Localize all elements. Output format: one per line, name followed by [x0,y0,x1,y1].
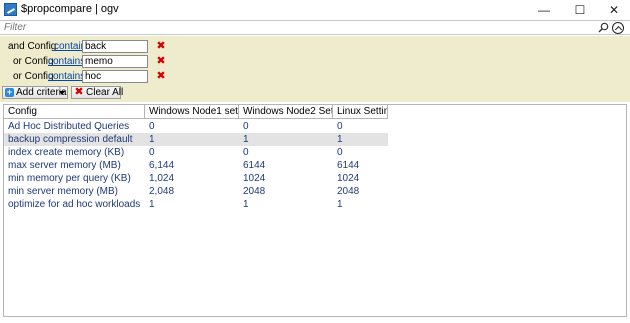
table-row[interactable]: index create memory (KB) 0 0 0 [4,146,388,159]
filter-input[interactable] [4,21,594,34]
window-title: $propcompare | ogv [21,3,119,15]
linux-cell: 1 [337,134,343,145]
config-cell: min server memory (MB) [8,186,119,197]
table-row[interactable]: Ad Hoc Distributed Queries 0 0 0 [4,120,388,133]
add-criteria-button[interactable]: + Add criteria [2,86,68,99]
table-row[interactable]: backup compression default 1 1 1 [4,133,388,146]
column-header-linux[interactable]: Linux Setting [333,105,388,119]
minimize-button[interactable]: — [527,0,561,20]
criteria-conjunction: and Config [8,41,57,52]
filter-bar [0,20,630,35]
table-row[interactable]: optimize for ad hoc workloads 1 1 1 [4,198,388,211]
node1-cell: 0 [149,121,155,132]
collapse-criteria-icon[interactable] [612,22,624,34]
node2-cell: 6144 [243,160,266,171]
linux-cell: 0 [337,147,343,158]
criteria-panel: and Config contains back ✖ or Config con… [0,36,630,102]
linux-cell: 1024 [337,173,360,184]
node2-cell: 0 [243,121,249,132]
chevron-down-icon [59,91,65,95]
close-button[interactable]: ✕ [597,0,630,20]
criteria-row: or Config contains memo ✖ [0,55,200,69]
remove-criteria-icon[interactable]: ✖ [156,70,166,83]
node1-cell: 1 [149,134,155,145]
node1-cell: 1 [149,199,155,210]
node2-cell: 1 [243,199,249,210]
node2-cell: 1024 [243,173,266,184]
linux-cell: 6144 [337,160,360,171]
config-cell: max server memory (MB) [8,160,121,171]
maximize-button[interactable]: ☐ [563,0,597,20]
table-row[interactable]: min memory per query (KB) 1,024 1024 102… [4,172,388,185]
node1-cell: 2,048 [149,186,175,197]
linux-cell: 0 [337,121,343,132]
column-header-config[interactable]: Config [4,105,145,119]
node2-cell: 2048 [243,186,266,197]
criteria-value-input[interactable]: back [82,40,148,53]
config-cell: optimize for ad hoc workloads [8,199,141,210]
clear-icon: ✖ [74,86,84,98]
results-grid[interactable]: Config Windows Node1 setting Windows Nod… [3,104,627,317]
criteria-value-input[interactable]: hoc [82,70,148,83]
plus-icon: + [5,87,14,97]
node1-cell: 6,144 [149,160,175,171]
config-cell: min memory per query (KB) [8,173,131,184]
title-bar: $propcompare | ogv — ☐ ✕ [0,0,630,20]
node1-cell: 0 [149,147,155,158]
column-header-node1[interactable]: Windows Node1 setting [145,105,239,119]
config-cell: index create memory (KB) [8,147,125,158]
config-cell: backup compression default [8,134,133,145]
table-row[interactable]: max server memory (MB) 6,144 6144 6144 [4,159,388,172]
linux-cell: 2048 [337,186,360,197]
node2-cell: 0 [243,147,249,158]
node1-cell: 1,024 [149,173,175,184]
criteria-operator-link[interactable]: contains [48,71,85,83]
clear-all-button[interactable]: ✖ Clear All [71,86,124,99]
remove-criteria-icon[interactable]: ✖ [156,55,166,68]
app-icon [4,3,17,16]
linux-cell: 1 [337,199,343,210]
criteria-row: and Config contains back ✖ [0,40,200,54]
remove-criteria-icon[interactable]: ✖ [156,40,166,53]
criteria-row: or Config contains hoc ✖ [0,70,200,84]
search-icon[interactable] [598,22,609,33]
criteria-value-input[interactable]: memo [82,55,148,68]
node2-cell: 1 [243,134,249,145]
clear-all-label: Clear All [86,87,124,98]
criteria-operator-link[interactable]: contains [48,56,85,68]
column-header-node2[interactable]: Windows Node2 Setting [239,105,333,119]
table-row[interactable]: min server memory (MB) 2,048 2048 2048 [4,185,388,198]
config-cell: Ad Hoc Distributed Queries [8,121,130,132]
